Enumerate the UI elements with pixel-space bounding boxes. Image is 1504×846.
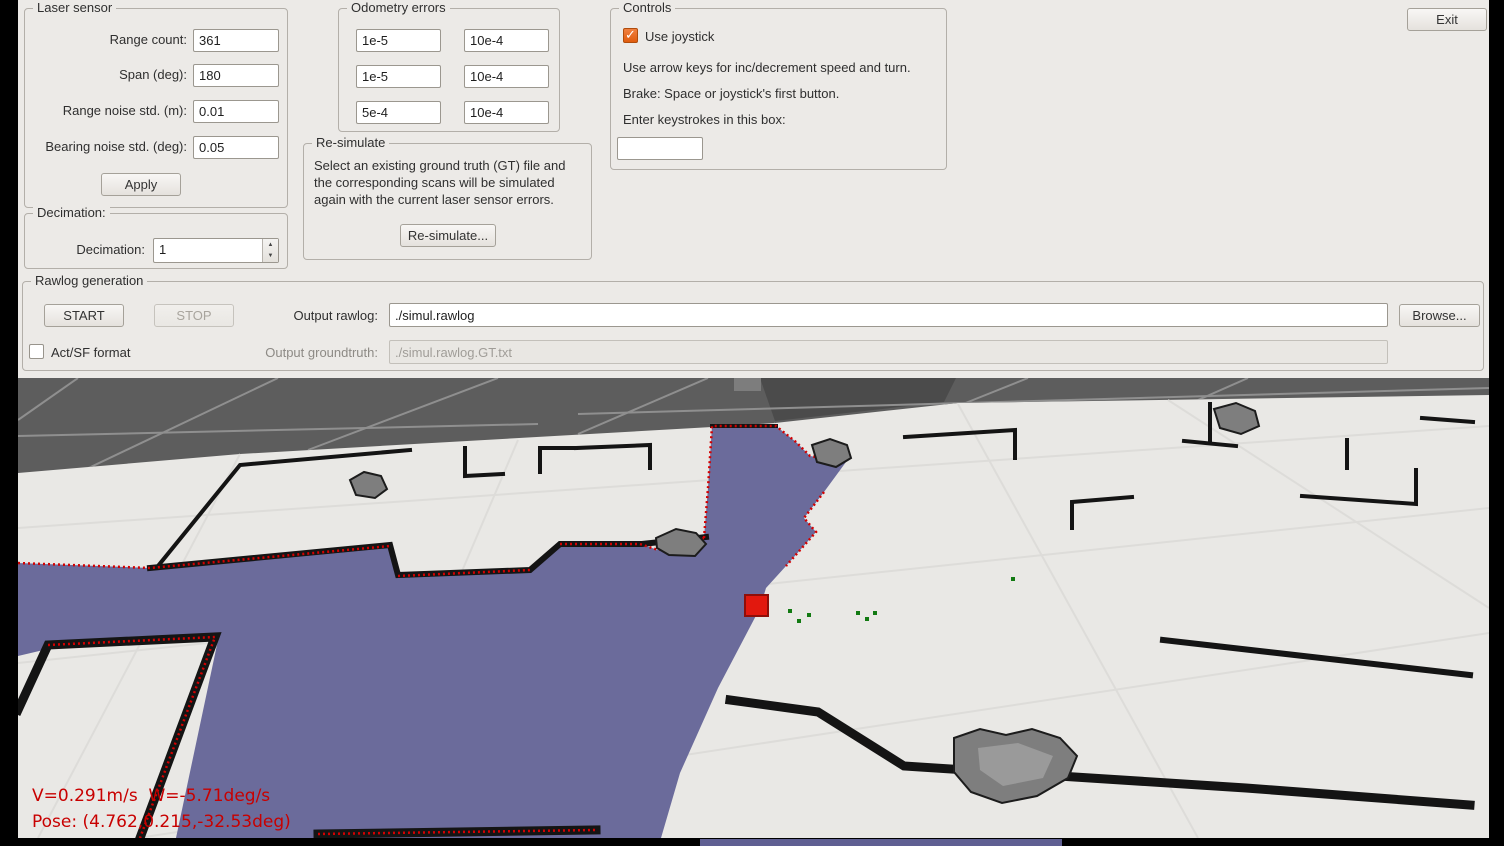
app-panel: Laser sensor Range count: Span (deg): Ra… <box>18 0 1489 838</box>
resimulate-button[interactable]: Re-simulate... <box>400 224 496 247</box>
start-button[interactable]: START <box>44 304 124 327</box>
check-icon: ✓ <box>625 27 636 43</box>
resimulate-group-title: Re-simulate <box>312 135 389 150</box>
simulator-scene <box>18 378 1489 838</box>
laser-sensor-group: Laser sensor Range count: Span (deg): Ra… <box>24 8 288 208</box>
use-joystick-checkbox[interactable]: ✓ <box>623 28 638 43</box>
odometry-errors-group: Odometry errors <box>338 8 560 132</box>
controls-line2: Brake: Space or joystick's first button. <box>623 86 839 101</box>
odometry-errors-group-title: Odometry errors <box>347 0 450 15</box>
apply-button[interactable]: Apply <box>101 173 181 196</box>
bearing-noise-input[interactable] <box>193 136 279 159</box>
hud-velocity-readout: V=0.291m/s W=-5.71deg/s <box>32 786 270 806</box>
controls-line1: Use arrow keys for inc/decrement speed a… <box>623 60 911 75</box>
simulator-3d-view[interactable]: V=0.291m/s W=-5.71deg/s Pose: (4.762,0.2… <box>18 378 1489 838</box>
range-count-label: Range count: <box>27 32 187 47</box>
stop-button[interactable]: STOP <box>154 304 234 327</box>
decimation-group: Decimation: Decimation: 1 ▲ ▼ <box>24 213 288 269</box>
odometry-error-input-6[interactable] <box>464 101 549 124</box>
hud-pose-readout: Pose: (4.762,0.215,-32.53deg) <box>32 812 291 832</box>
controls-group-title: Controls <box>619 0 675 15</box>
laser-sensor-group-title: Laser sensor <box>33 0 116 15</box>
robot-marker <box>745 595 768 616</box>
range-count-input[interactable] <box>193 29 279 52</box>
odometry-error-input-5[interactable] <box>356 101 441 124</box>
output-rawlog-label: Output rawlog: <box>258 308 378 323</box>
spin-up-icon[interactable]: ▲ <box>263 239 278 251</box>
range-noise-label: Range noise std. (m): <box>27 103 187 118</box>
output-groundtruth-input <box>389 340 1388 364</box>
odometry-error-input-3[interactable] <box>356 65 441 88</box>
decimation-value: 1 <box>159 242 166 257</box>
controls-line3: Enter keystrokes in this box: <box>623 112 786 127</box>
simulator-window: { "window": { "exit_button": "Exit" }, "… <box>0 0 1504 846</box>
controls-group: Controls ✓ Use joystick Use arrow keys f… <box>610 8 947 170</box>
bottom-edge-strip <box>700 839 1062 846</box>
distant-wall-stub <box>734 378 761 391</box>
decimation-group-title: Decimation: <box>33 205 110 220</box>
odometry-error-input-4[interactable] <box>464 65 549 88</box>
spin-down-icon[interactable]: ▼ <box>263 251 278 263</box>
decimation-stepper[interactable]: 1 ▲ ▼ <box>153 238 279 263</box>
resimulate-description: Select an existing ground truth (GT) fil… <box>314 157 582 208</box>
browse-button[interactable]: Browse... <box>1399 304 1480 327</box>
output-rawlog-input[interactable] <box>389 303 1388 327</box>
rawlog-generation-group-title: Rawlog generation <box>31 273 147 288</box>
keystroke-input[interactable] <box>617 137 703 160</box>
output-groundtruth-label: Output groundtruth: <box>238 345 378 360</box>
actsf-format-checkbox[interactable] <box>29 344 44 359</box>
span-deg-input[interactable] <box>193 64 279 87</box>
odometry-error-input-1[interactable] <box>356 29 441 52</box>
decimation-spin-buttons: ▲ ▼ <box>262 239 278 262</box>
resimulate-group: Re-simulate Select an existing ground tr… <box>303 143 592 260</box>
range-noise-input[interactable] <box>193 100 279 123</box>
use-joystick-label: Use joystick <box>645 29 714 44</box>
rawlog-generation-group: Rawlog generation START STOP Output rawl… <box>22 281 1484 371</box>
span-deg-label: Span (deg): <box>27 67 187 82</box>
bearing-noise-label: Bearing noise std. (deg): <box>27 139 187 154</box>
exit-button[interactable]: Exit <box>1407 8 1487 31</box>
actsf-format-label: Act/SF format <box>51 345 130 360</box>
odometry-error-input-2[interactable] <box>464 29 549 52</box>
decimation-label: Decimation: <box>53 242 145 257</box>
